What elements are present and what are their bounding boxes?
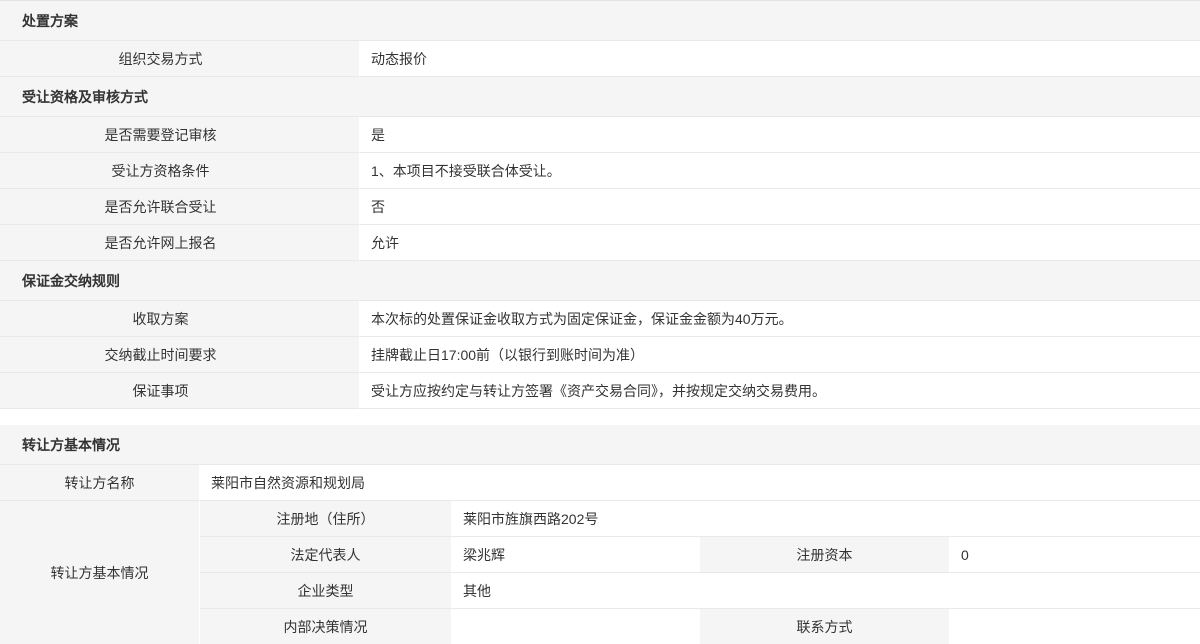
table-gap (0, 409, 1200, 425)
section-title: 受让资格及审核方式 (22, 87, 148, 107)
field-value-transferee-qualification: 1、本项目不接受联合体受让。 (360, 153, 1200, 189)
table-row: 是否允许网上报名 允许 (0, 225, 1200, 261)
field-label-online-signup: 是否允许网上报名 (0, 225, 360, 261)
field-label-transferee-qualification: 受让方资格条件 (0, 153, 360, 189)
table-row: 是否允许联合受让 否 (0, 189, 1200, 225)
transferor-info-table: 转让方基本情况 转让方名称 莱阳市自然资源和规划局 转让方基本情况 注册地（住所… (0, 425, 1200, 644)
field-label-collection-plan: 收取方案 (0, 301, 360, 337)
field-value-registered-address: 莱阳市旌旗西路202号 (452, 501, 1200, 537)
field-label-registration-review: 是否需要登记审核 (0, 117, 360, 153)
field-label-joint-transfer: 是否允许联合受让 (0, 189, 360, 225)
field-label-trade-method: 组织交易方式 (0, 41, 360, 77)
table-row: 是否需要登记审核 是 (0, 117, 1200, 153)
field-value-joint-transfer: 否 (360, 189, 1200, 225)
field-value-legal-representative: 梁兆辉 (452, 537, 700, 573)
section-title: 转让方基本情况 (22, 435, 120, 455)
field-value-trade-method: 动态报价 (360, 41, 1200, 77)
section-header-transferor-info: 转让方基本情况 (0, 425, 1200, 465)
field-value-transferor-name: 莱阳市自然资源和规划局 (200, 465, 1200, 501)
table-row: 交纳截止时间要求 挂牌截止日17:00前（以银行到账时间为准） (0, 337, 1200, 373)
field-label-payment-deadline: 交纳截止时间要求 (0, 337, 360, 373)
field-value-guarantee-matters: 受让方应按约定与转让方签署《资产交易合同》，并按规定交纳交易费用。 (360, 373, 1200, 409)
section-title: 保证金交纳规则 (22, 271, 120, 291)
field-label-transferor-name: 转让方名称 (0, 465, 200, 501)
section-title: 处置方案 (22, 11, 78, 31)
transferor-detail-grid: 转让方基本情况 注册地（住所） 莱阳市旌旗西路202号 法定代表人 梁兆辉 注册… (0, 501, 1200, 644)
field-label-enterprise-type: 企业类型 (200, 573, 452, 609)
asset-listing-detail-page: 处置方案 组织交易方式 动态报价 受让资格及审核方式 是否需要登记审核 是 受让… (0, 0, 1200, 644)
section-header-deposit-rules: 保证金交纳规则 (0, 261, 1200, 301)
field-value-enterprise-type: 其他 (452, 573, 1200, 609)
table-row: 保证事项 受让方应按约定与转让方签署《资产交易合同》，并按规定交纳交易费用。 (0, 373, 1200, 409)
field-label-contact: 联系方式 (700, 609, 950, 644)
field-value-payment-deadline: 挂牌截止日17:00前（以银行到账时间为准） (360, 337, 1200, 373)
field-label-registered-address: 注册地（住所） (200, 501, 452, 537)
field-value-online-signup: 允许 (360, 225, 1200, 261)
section-header-transfer-qualification: 受让资格及审核方式 (0, 77, 1200, 117)
field-label-legal-representative: 法定代表人 (200, 537, 452, 573)
field-value-registration-review: 是 (360, 117, 1200, 153)
table-row: 转让方名称 莱阳市自然资源和规划局 (0, 465, 1200, 501)
field-value-contact (950, 609, 1200, 644)
field-value-collection-plan: 本次标的处置保证金收取方式为固定保证金，保证金金额为40万元。 (360, 301, 1200, 337)
table-row: 受让方资格条件 1、本项目不接受联合体受让。 (0, 153, 1200, 189)
section-header-disposal-plan: 处置方案 (0, 1, 1200, 41)
field-value-registered-capital: 0 (950, 537, 1200, 573)
field-label-transferor-basic-group: 转让方基本情况 (0, 501, 200, 644)
field-label-guarantee-matters: 保证事项 (0, 373, 360, 409)
table-row: 收取方案 本次标的处置保证金收取方式为固定保证金，保证金金额为40万元。 (0, 301, 1200, 337)
field-value-internal-decision (452, 609, 700, 644)
field-label-registered-capital: 注册资本 (700, 537, 950, 573)
field-label-internal-decision: 内部决策情况 (200, 609, 452, 644)
disposal-info-table: 处置方案 组织交易方式 动态报价 受让资格及审核方式 是否需要登记审核 是 受让… (0, 0, 1200, 409)
table-row: 组织交易方式 动态报价 (0, 41, 1200, 77)
